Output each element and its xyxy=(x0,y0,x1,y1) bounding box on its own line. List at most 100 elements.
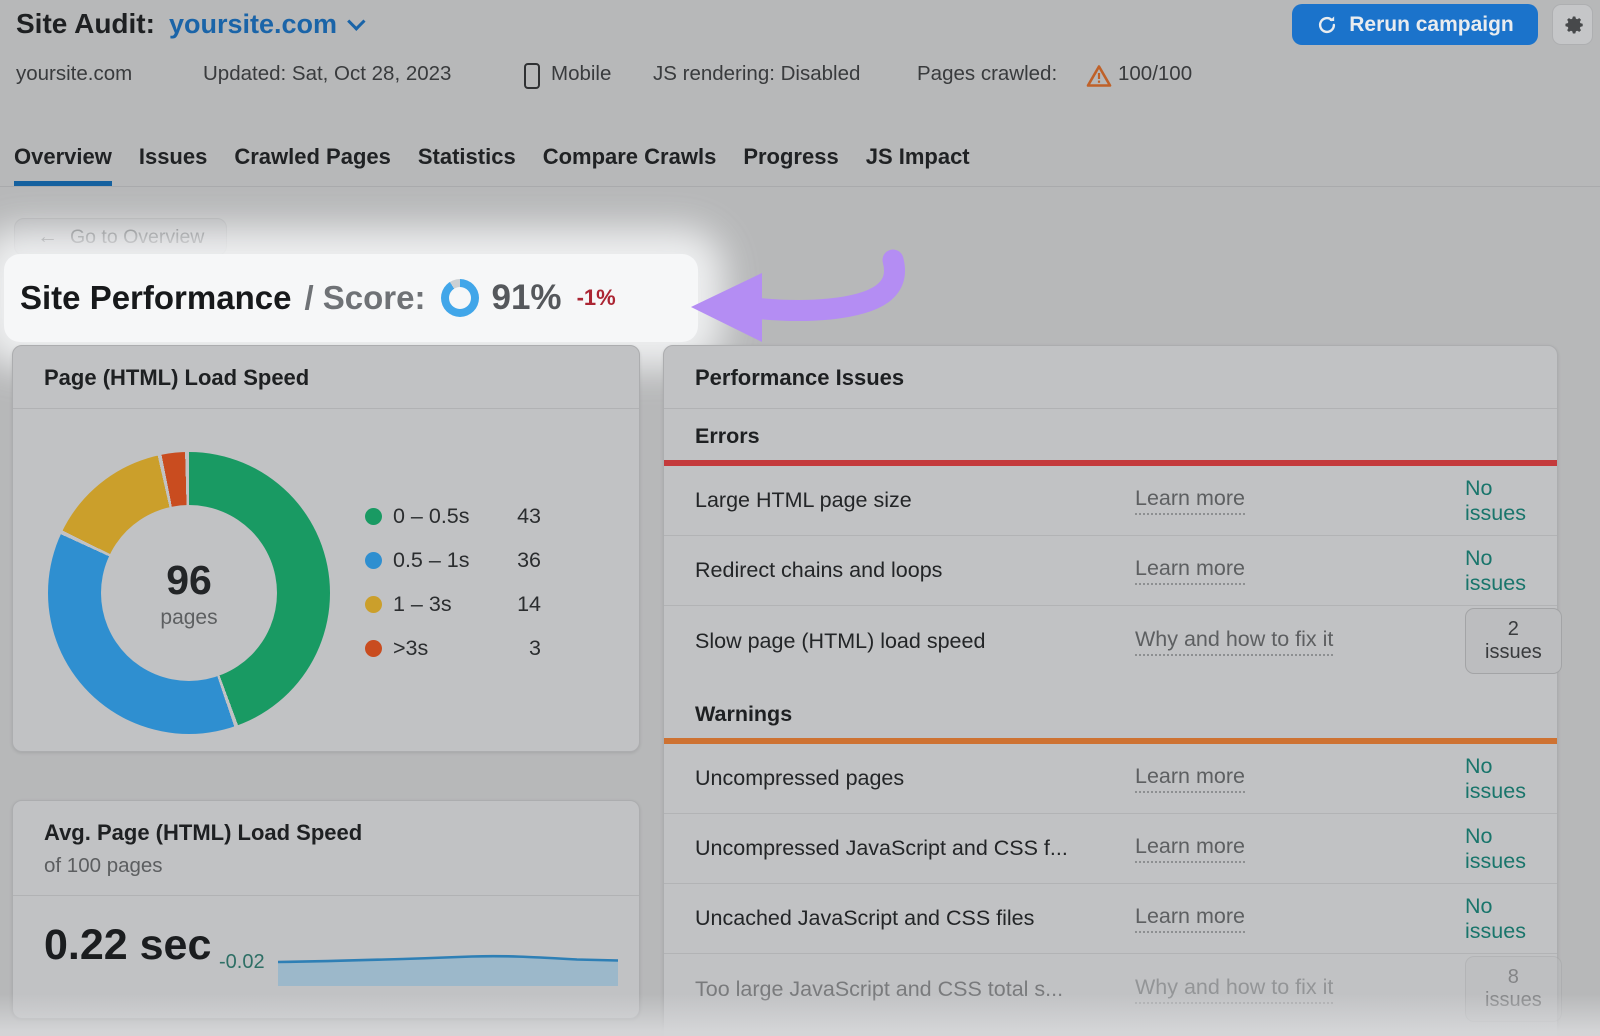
legend-label: >3s xyxy=(393,636,499,661)
avg-speed-card-title: Avg. Page (HTML) Load Speed xyxy=(44,820,362,845)
refresh-icon xyxy=(1316,14,1338,36)
gear-icon xyxy=(1560,12,1586,38)
issue-status: No issues xyxy=(1465,824,1526,874)
load-speed-donut-chart: 96 pages xyxy=(48,452,330,734)
rerun-campaign-button[interactable]: Rerun campaign xyxy=(1292,4,1538,45)
issue-count-button[interactable]: 8 issues xyxy=(1465,956,1562,1022)
score-value: 91% xyxy=(492,278,562,318)
load-speed-card-header: Page (HTML) Load Speed xyxy=(13,346,639,409)
tab-js-impact[interactable]: JS Impact xyxy=(866,140,970,186)
meta-device: Mobile xyxy=(551,62,611,86)
issue-count-button[interactable]: 2 issues xyxy=(1465,608,1562,674)
tab-overview[interactable]: Overview xyxy=(14,140,112,186)
donut-legend: 0 – 0.5s 43 0.5 – 1s 36 1 – 3s 14 >3s 3 xyxy=(365,494,541,670)
issue-status: No issues xyxy=(1465,894,1526,944)
load-speed-card-title: Page (HTML) Load Speed xyxy=(44,365,309,390)
issue-fix-link[interactable]: Why and how to fix it xyxy=(1135,975,1333,1004)
chevron-down-icon xyxy=(347,12,365,30)
tab-bar: Overview Issues Crawled Pages Statistics… xyxy=(0,140,1600,187)
issue-row: Uncached JavaScript and CSS files Learn … xyxy=(664,884,1557,954)
issue-learn-more-link[interactable]: Learn more xyxy=(1135,486,1245,515)
donut-center: 96 pages xyxy=(101,505,277,681)
issue-row: Large HTML page size Learn more No issue… xyxy=(664,466,1557,536)
project-selector[interactable]: yoursite.com xyxy=(169,9,360,40)
tab-compare-crawls[interactable]: Compare Crawls xyxy=(543,140,717,186)
issue-status: No issues xyxy=(1465,546,1526,596)
avg-speed-card-header: Avg. Page (HTML) Load Speed of 100 pages xyxy=(13,801,639,896)
section-title-row: Site Performance / Score: 91% -1% xyxy=(20,271,616,325)
avg-speed-sparkline xyxy=(277,935,619,987)
issue-label: Too large JavaScript and CSS total s... xyxy=(695,977,1135,1002)
score-delta: -1% xyxy=(577,285,616,311)
mobile-device-icon xyxy=(524,63,540,89)
avg-speed-value-row: 0.22 sec -0.02 xyxy=(13,913,639,993)
issue-label: Uncompressed JavaScript and CSS f... xyxy=(695,836,1135,861)
errors-section-label: Errors xyxy=(664,409,1557,460)
legend-item: 1 – 3s 14 xyxy=(365,582,541,626)
issue-row: Too large JavaScript and CSS total s... … xyxy=(664,954,1557,1024)
issue-label: Large HTML page size xyxy=(695,488,1135,513)
avg-speed-value: 0.22 sec xyxy=(44,921,211,970)
arrow-left-icon: ← xyxy=(37,225,58,249)
issue-label: Slow page (HTML) load speed xyxy=(695,629,1135,654)
issues-card-header: Performance Issues xyxy=(664,346,1557,409)
score-ring-icon xyxy=(441,279,479,317)
meta-domain: yoursite.com xyxy=(16,62,132,86)
issue-learn-more-link[interactable]: Learn more xyxy=(1135,834,1245,863)
issue-row: Uncompressed pages Learn more No issues xyxy=(664,744,1557,814)
legend-item: 0 – 0.5s 43 xyxy=(365,494,541,538)
issue-label: Uncached JavaScript and CSS files xyxy=(695,906,1135,931)
load-speed-card: Page (HTML) Load Speed 96 pages 0 – 0.5s… xyxy=(12,345,640,752)
legend-value: 14 xyxy=(499,592,541,617)
warning-triangle-icon xyxy=(1086,64,1112,94)
settings-button[interactable] xyxy=(1552,4,1593,45)
legend-dot-gold xyxy=(365,596,382,613)
legend-label: 1 – 3s xyxy=(393,592,499,617)
issue-learn-more-link[interactable]: Learn more xyxy=(1135,904,1245,933)
meta-pages-crawled-label: Pages crawled: xyxy=(917,62,1057,86)
legend-value: 36 xyxy=(499,548,541,573)
project-domain[interactable]: yoursite.com xyxy=(169,9,337,40)
donut-total-label: pages xyxy=(160,606,217,630)
rerun-campaign-label: Rerun campaign xyxy=(1349,13,1514,37)
go-to-overview-button[interactable]: ← Go to Overview xyxy=(14,218,227,256)
issue-learn-more-link[interactable]: Learn more xyxy=(1135,556,1245,585)
legend-value: 3 xyxy=(499,636,541,661)
section-title: Site Performance xyxy=(20,279,291,317)
issue-fix-link[interactable]: Why and how to fix it xyxy=(1135,627,1333,656)
issue-status: No issues xyxy=(1465,754,1526,804)
meta-updated: Updated: Sat, Oct 28, 2023 xyxy=(203,62,451,86)
issue-row: Slow page (HTML) load speed Why and how … xyxy=(664,606,1557,676)
legend-dot-blue xyxy=(365,552,382,569)
warnings-section-label: Warnings xyxy=(664,676,1557,738)
campaign-meta-row: yoursite.com Updated: Sat, Oct 28, 2023 … xyxy=(0,60,1600,90)
issue-row: Uncompressed JavaScript and CSS f... Lea… xyxy=(664,814,1557,884)
donut-total-value: 96 xyxy=(166,557,212,604)
tab-progress[interactable]: Progress xyxy=(743,140,838,186)
avg-speed-subtitle: of 100 pages xyxy=(44,854,608,878)
legend-dot-green xyxy=(365,508,382,525)
site-audit-page: Site Audit: yoursite.com Rerun campaign … xyxy=(0,0,1600,1036)
legend-value: 43 xyxy=(499,504,541,529)
page-header: Site Audit: yoursite.com xyxy=(16,8,360,40)
legend-item: 0.5 – 1s 36 xyxy=(365,538,541,582)
page-title: Site Audit: xyxy=(16,8,155,40)
issue-label: Uncompressed pages xyxy=(695,766,1135,791)
avg-speed-card: Avg. Page (HTML) Load Speed of 100 pages… xyxy=(12,800,640,1019)
issue-learn-more-link[interactable]: Learn more xyxy=(1135,764,1245,793)
legend-item: >3s 3 xyxy=(365,626,541,670)
tab-statistics[interactable]: Statistics xyxy=(418,140,516,186)
tab-crawled-pages[interactable]: Crawled Pages xyxy=(234,140,391,186)
performance-issues-card: Performance Issues Errors Large HTML pag… xyxy=(663,345,1558,1036)
issue-status: No issues xyxy=(1465,476,1526,526)
tab-issues[interactable]: Issues xyxy=(139,140,208,186)
legend-label: 0 – 0.5s xyxy=(393,504,499,529)
issue-label: Redirect chains and loops xyxy=(695,558,1135,583)
legend-dot-red xyxy=(365,640,382,657)
go-to-overview-label: Go to Overview xyxy=(70,226,204,249)
issues-card-title: Performance Issues xyxy=(695,365,904,390)
meta-pages-crawled-value: 100/100 xyxy=(1118,62,1192,86)
legend-label: 0.5 – 1s xyxy=(393,548,499,573)
avg-speed-delta: -0.02 xyxy=(219,951,265,974)
issue-row: Redirect chains and loops Learn more No … xyxy=(664,536,1557,606)
